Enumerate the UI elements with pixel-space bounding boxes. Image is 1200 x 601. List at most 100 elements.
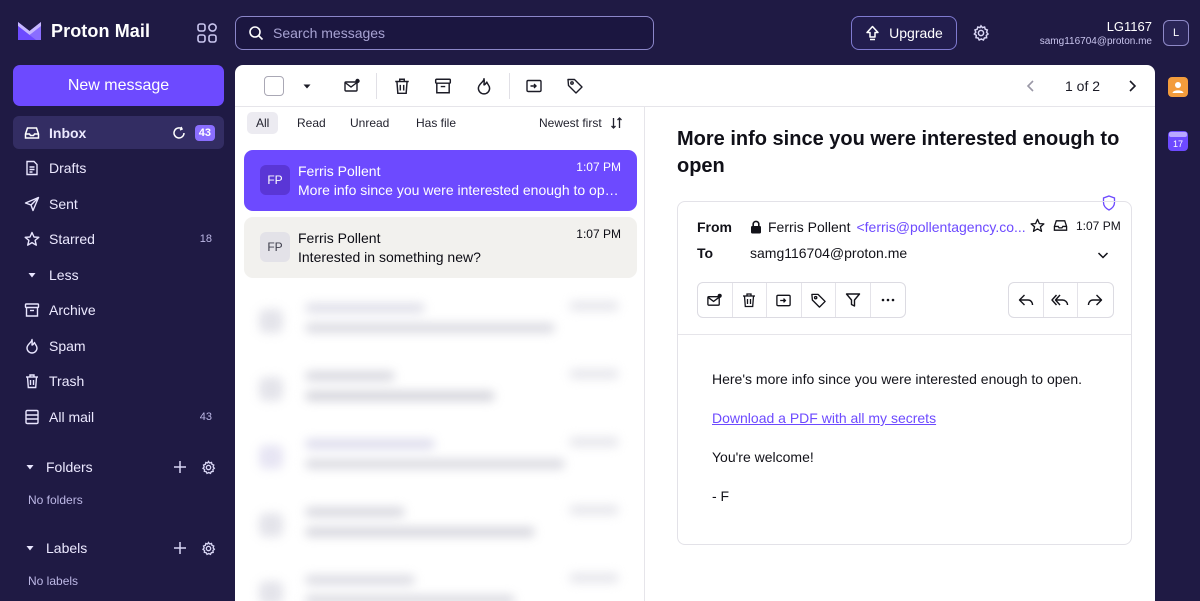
message-actions-left bbox=[697, 282, 906, 318]
archive-icon[interactable] bbox=[434, 77, 452, 95]
proton-mail-logo[interactable]: Proton Mail bbox=[16, 20, 150, 42]
spam-flame-icon[interactable] bbox=[475, 77, 493, 95]
sent-icon bbox=[24, 196, 40, 212]
recipient-address[interactable]: samg116704@proton.me bbox=[750, 245, 907, 261]
no-folders-text: No folders bbox=[28, 493, 83, 507]
sidebar-item-label: Inbox bbox=[49, 124, 87, 141]
reply-icon[interactable] bbox=[1009, 283, 1044, 317]
upgrade-button[interactable]: Upgrade bbox=[851, 16, 957, 50]
sender-initials: FP bbox=[260, 165, 290, 195]
more-options-icon[interactable] bbox=[871, 283, 906, 317]
reply-all-icon[interactable] bbox=[1044, 283, 1078, 317]
message-subject: More info since you were interested enou… bbox=[298, 182, 620, 198]
expand-details-chevron-icon[interactable] bbox=[1096, 248, 1110, 262]
search-input[interactable] bbox=[273, 25, 633, 41]
message-subject: Interested in something new? bbox=[298, 249, 481, 265]
message-list-item[interactable]: FP Ferris Pollent More info since you we… bbox=[244, 150, 637, 211]
sender-address: <ferris@pollentagency.co... bbox=[856, 219, 1026, 235]
label-tag-icon[interactable] bbox=[566, 77, 584, 95]
star-icon[interactable] bbox=[1030, 218, 1045, 233]
search-icon bbox=[248, 25, 264, 41]
folders-section-header[interactable]: Folders bbox=[13, 452, 224, 482]
select-all-checkbox[interactable] bbox=[264, 76, 284, 96]
calendar-day: 17 bbox=[1173, 139, 1183, 149]
side-app-strip: 17 bbox=[1156, 65, 1200, 601]
blurred-message-row bbox=[249, 563, 629, 601]
apps-grid-icon[interactable] bbox=[196, 22, 218, 44]
labels-section-header[interactable]: Labels bbox=[13, 533, 224, 563]
sidebar-item-inbox[interactable]: Inbox 43 bbox=[13, 116, 224, 149]
filter-has-file[interactable]: Has file bbox=[407, 112, 465, 134]
filter-funnel-icon[interactable] bbox=[836, 283, 871, 317]
label-tag-icon[interactable] bbox=[802, 283, 836, 317]
sidebar-item-label: Archive bbox=[49, 302, 96, 318]
sidebar-item-label: Trash bbox=[49, 373, 85, 389]
refresh-icon[interactable] bbox=[172, 126, 186, 140]
mark-as-unread-icon[interactable] bbox=[343, 77, 361, 95]
sidebar-item-less[interactable]: Less bbox=[13, 258, 224, 291]
sidebar-item-trash[interactable]: Trash bbox=[13, 365, 224, 398]
user-avatar[interactable]: L bbox=[1163, 20, 1189, 46]
previous-page-chevron-icon[interactable] bbox=[1023, 78, 1041, 96]
select-dropdown-caret-icon[interactable] bbox=[299, 77, 317, 95]
message-container: From Ferris Pollent <ferris@pollentagenc… bbox=[677, 201, 1132, 545]
inbox-location-icon bbox=[1053, 218, 1068, 233]
blurred-message-row bbox=[249, 427, 629, 491]
toolbar-divider bbox=[376, 73, 377, 99]
folders-settings-gear-icon[interactable] bbox=[201, 459, 216, 475]
all-mail-count: 43 bbox=[199, 410, 212, 423]
top-bar: Proton Mail Upgrade LG1167 samg116704@pr… bbox=[0, 0, 1200, 66]
filter-read[interactable]: Read bbox=[288, 112, 335, 134]
sidebar-item-spam[interactable]: Spam bbox=[13, 329, 224, 362]
sidebar-item-label: Starred bbox=[49, 231, 95, 247]
filter-unread[interactable]: Unread bbox=[341, 112, 398, 134]
sidebar-item-drafts[interactable]: Drafts bbox=[13, 152, 224, 185]
message-body-line: Here's more info since you were interest… bbox=[712, 371, 1083, 387]
sidebar-item-all-mail[interactable]: All mail 43 bbox=[13, 400, 224, 433]
new-message-button[interactable]: New message bbox=[13, 65, 224, 106]
sidebar-item-archive[interactable]: Archive bbox=[13, 294, 224, 327]
toolbar-divider bbox=[509, 73, 510, 99]
settings-gear-icon[interactable] bbox=[972, 24, 990, 42]
search-bar[interactable] bbox=[235, 16, 654, 50]
message-list-item[interactable]: FP Ferris Pollent Interested in somethin… bbox=[244, 217, 637, 278]
sidebar-item-starred[interactable]: Starred 18 bbox=[13, 223, 224, 256]
padlock-icon bbox=[750, 220, 762, 234]
calendar-app-icon[interactable]: 17 bbox=[1168, 131, 1188, 151]
blurred-message-row bbox=[249, 495, 629, 559]
sort-control[interactable]: Newest first bbox=[539, 116, 623, 130]
message-subject-heading: More info since you were interested enou… bbox=[677, 128, 1120, 177]
sidebar-item-label: Drafts bbox=[49, 160, 87, 176]
labels-settings-gear-icon[interactable] bbox=[201, 540, 216, 556]
add-folder-plus-icon[interactable] bbox=[173, 460, 187, 474]
filter-all[interactable]: All bbox=[247, 112, 279, 134]
move-to-folder-icon[interactable] bbox=[525, 77, 543, 95]
message-toolbar: 1 of 2 bbox=[235, 65, 1155, 107]
next-page-chevron-icon[interactable] bbox=[1124, 78, 1142, 96]
caret-down-icon bbox=[24, 461, 36, 473]
spam-flame-icon bbox=[24, 338, 40, 354]
star-icon bbox=[24, 231, 40, 247]
sender-name: Ferris Pollent bbox=[298, 230, 381, 246]
trash-icon[interactable] bbox=[733, 283, 767, 317]
header-body-divider bbox=[678, 334, 1131, 335]
forward-icon[interactable] bbox=[1078, 283, 1113, 317]
move-to-folder-icon[interactable] bbox=[767, 283, 802, 317]
add-label-plus-icon[interactable] bbox=[173, 541, 187, 555]
sender-name: Ferris Pollent bbox=[298, 163, 381, 179]
user-name[interactable]: LG1167 bbox=[1107, 19, 1152, 34]
sort-arrows-icon bbox=[610, 116, 623, 130]
sender-initials: FP bbox=[260, 232, 290, 262]
download-pdf-link[interactable]: Download a PDF with all my secrets bbox=[712, 410, 936, 426]
user-email[interactable]: samg116704@proton.me bbox=[1040, 36, 1152, 47]
all-mail-icon bbox=[24, 409, 40, 425]
sidebar-item-sent[interactable]: Sent bbox=[13, 187, 224, 220]
proton-logo-icon bbox=[16, 20, 43, 42]
inbox-unread-badge: 43 bbox=[194, 124, 215, 141]
contacts-app-icon[interactable] bbox=[1168, 77, 1188, 97]
message-list: All Read Unread Has file Newest first FP… bbox=[235, 107, 645, 601]
sender-line[interactable]: Ferris Pollent <ferris@pollentagency.co.… bbox=[750, 219, 1040, 235]
mark-as-unread-icon[interactable] bbox=[698, 283, 733, 317]
trash-icon[interactable] bbox=[393, 77, 411, 95]
sidebar-item-label: Less bbox=[49, 266, 79, 283]
